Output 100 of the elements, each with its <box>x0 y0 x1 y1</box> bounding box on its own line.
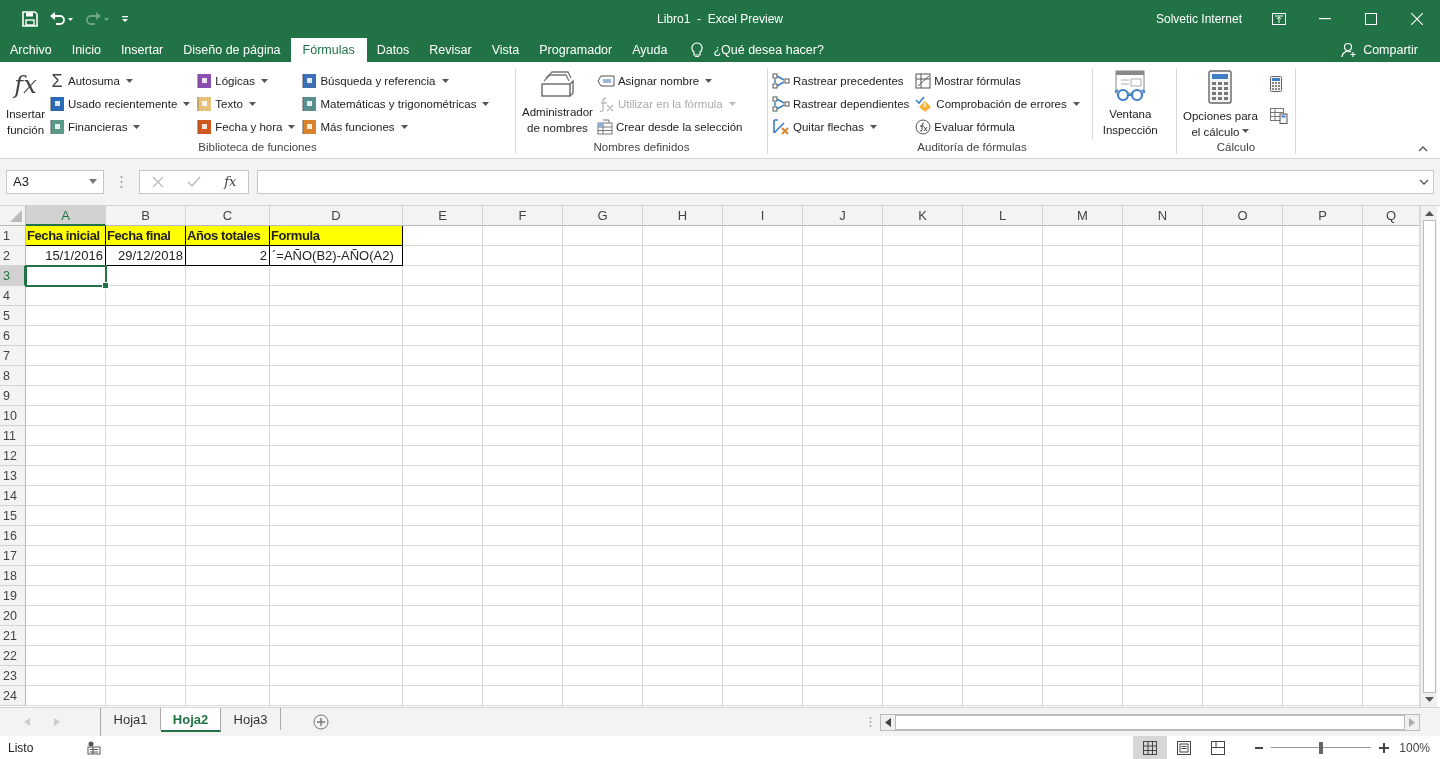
expand-caret-icon[interactable] <box>1419 178 1429 185</box>
column-header[interactable]: D <box>270 205 403 226</box>
drag-handle-icon[interactable] <box>120 174 123 189</box>
view-button[interactable] <box>1133 736 1168 759</box>
horizontal-scrollbar[interactable] <box>880 713 1420 731</box>
scroll-down-icon[interactable] <box>1424 697 1434 704</box>
ribbon-tab[interactable]: Inicio <box>61 38 111 62</box>
collapse-ribbon-icon[interactable] <box>1418 146 1428 152</box>
ribbon-button[interactable]: Usado recientemente <box>49 92 195 115</box>
share-button[interactable]: Compartir <box>1341 38 1418 62</box>
row-header[interactable]: 13 <box>0 465 26 486</box>
row-header[interactable]: 20 <box>0 605 26 626</box>
column-header[interactable]: J <box>803 205 883 226</box>
ribbon-large-button[interactable]: fx Insertar función <box>4 68 47 140</box>
row-header[interactable]: 9 <box>0 385 26 406</box>
name-box[interactable]: A3 <box>6 169 104 194</box>
ribbon-button[interactable]: Rastrear precedentes <box>772 69 914 92</box>
ribbon-tab[interactable]: Fórmulas <box>290 38 367 62</box>
ribbon-button[interactable]: Σ Autosuma <box>49 69 195 92</box>
row-header[interactable]: 17 <box>0 545 26 566</box>
customize-caret-icon[interactable] <box>120 14 130 24</box>
add-sheet-icon[interactable] <box>313 714 329 731</box>
ribbon-button[interactable]: Más funciones <box>301 115 494 138</box>
ribbon-tab[interactable]: Insertar <box>110 38 174 62</box>
save-icon[interactable] <box>22 11 38 27</box>
ribbon-tab[interactable]: Vista <box>481 38 530 62</box>
active-cell[interactable] <box>26 265 106 286</box>
sheet-tab[interactable]: Hoja2 <box>161 708 221 733</box>
row-header[interactable]: 15 <box>0 505 26 526</box>
row-header[interactable]: 22 <box>0 645 26 666</box>
ribbon-button[interactable]: Matemáticas y trigonométricas <box>301 92 494 115</box>
row-header[interactable]: 2 <box>0 245 26 266</box>
ribbon-button[interactable]: Crear desde la selección <box>596 115 747 138</box>
column-header[interactable]: E <box>403 205 483 226</box>
ribbon-tab[interactable]: Diseño de página <box>173 38 291 62</box>
row-header[interactable]: 6 <box>0 325 26 346</box>
ribbon-large-button[interactable]: Ventana Inspección <box>1100 68 1160 140</box>
ribbon-button[interactable]: Evaluar fórmula <box>915 115 1084 138</box>
row-header[interactable]: 11 <box>0 425 26 446</box>
row-header[interactable]: 16 <box>0 525 26 546</box>
zoom-thumb[interactable] <box>1319 741 1324 754</box>
row-header[interactable]: 19 <box>0 585 26 606</box>
tell-me-field[interactable]: ¿Qué desea hacer? <box>711 38 876 62</box>
column-header[interactable]: G <box>563 205 643 226</box>
ribbon-button[interactable]: Comprobación de errores <box>915 92 1084 115</box>
zoom-out-icon[interactable] <box>1255 746 1264 749</box>
row-header[interactable]: 8 <box>0 365 26 386</box>
row-header[interactable]: 1 <box>0 225 26 246</box>
column-header[interactable]: L <box>963 205 1043 226</box>
sheet-tab[interactable]: Hoja3 <box>221 708 281 731</box>
column-header[interactable]: C <box>186 205 270 226</box>
column-header[interactable]: Q <box>1363 205 1420 226</box>
ribbon-large-button[interactable]: Administrador de nombres <box>520 68 595 140</box>
row-header[interactable]: 4 <box>0 285 26 306</box>
ribbon-button[interactable]: Asignar nombre <box>596 69 747 92</box>
ribbon-button[interactable]: Fecha y hora <box>196 115 300 138</box>
ribbon-tab[interactable]: Ayuda <box>622 38 678 62</box>
column-header[interactable]: N <box>1123 205 1203 226</box>
scroll-thumb[interactable] <box>895 714 1405 730</box>
drag-handle-icon[interactable] <box>869 716 872 729</box>
ribbon-large-button[interactable]: Opciones para el cálculo <box>1181 68 1260 140</box>
column-header[interactable]: A <box>26 205 106 226</box>
column-header[interactable]: K <box>883 205 963 226</box>
check-icon[interactable] <box>186 175 201 188</box>
ribbon-button[interactable]: Búsqueda y referencia <box>301 69 494 92</box>
column-header[interactable]: F <box>483 205 563 226</box>
scroll-up-icon[interactable] <box>1424 209 1434 216</box>
scroll-thumb[interactable] <box>1422 219 1436 694</box>
ribbon-button[interactable]: Texto <box>196 92 300 115</box>
ribbon-tab[interactable]: Programador <box>529 38 623 62</box>
formula-field[interactable] <box>257 169 1434 194</box>
vertical-scrollbar[interactable] <box>1420 205 1437 708</box>
row-header[interactable]: 23 <box>0 665 26 686</box>
row-header[interactable]: 18 <box>0 565 26 586</box>
column-header[interactable]: P <box>1283 205 1363 226</box>
zoom-level[interactable]: 100% <box>1399 740 1430 755</box>
row-header[interactable]: 14 <box>0 485 26 506</box>
zoom-in-icon[interactable] <box>1379 742 1390 753</box>
column-header[interactable]: O <box>1203 205 1283 226</box>
row-header[interactable]: 24 <box>0 685 26 706</box>
ribbon-button[interactable]: Financieras <box>49 115 195 138</box>
ribbon-tab[interactable]: Revisar <box>419 38 482 62</box>
row-header[interactable]: 12 <box>0 445 26 466</box>
row-header[interactable]: 7 <box>0 345 26 366</box>
ribbon-button[interactable]: Mostrar fórmulas <box>915 69 1084 92</box>
row-header[interactable]: 10 <box>0 405 26 426</box>
undo-icon[interactable] <box>48 11 74 27</box>
column-header[interactable]: H <box>643 205 723 226</box>
row-header[interactable]: 3 <box>0 265 26 286</box>
scroll-left-icon[interactable] <box>885 717 891 727</box>
row-header[interactable]: 21 <box>0 625 26 646</box>
column-header[interactable]: M <box>1043 205 1123 226</box>
calculate-sheet-button[interactable] <box>1269 106 1288 126</box>
row-header[interactable]: 5 <box>0 305 26 326</box>
ribbon-button[interactable]: Lógicas <box>196 69 300 92</box>
ribbon-tab[interactable]: Datos <box>366 38 420 62</box>
ribbon-button[interactable]: Quitar flechas <box>772 115 914 138</box>
insert-function-button[interactable]: fx <box>224 174 237 190</box>
ribbon-tab[interactable]: Archivo <box>0 38 62 62</box>
macro-record-icon[interactable] <box>87 740 102 755</box>
